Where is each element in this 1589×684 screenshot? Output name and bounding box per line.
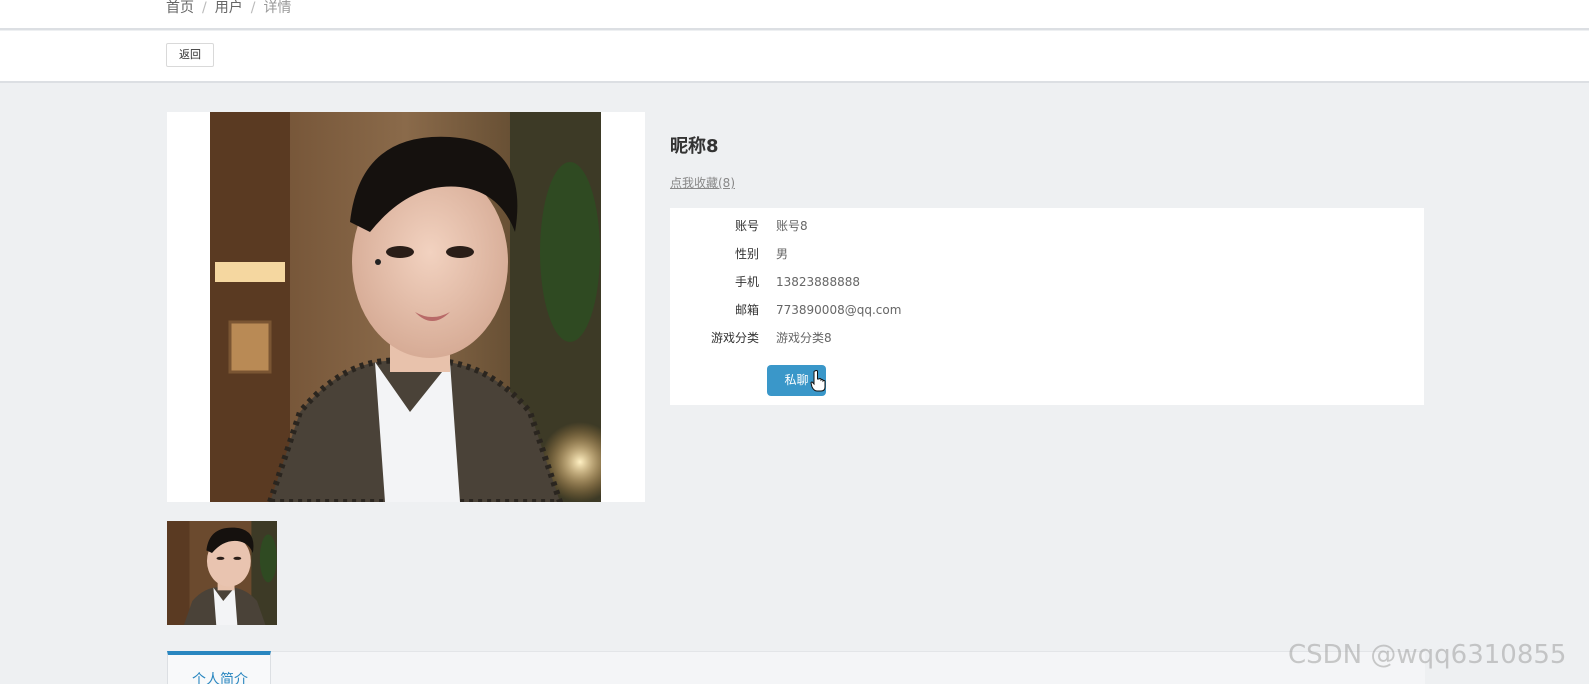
hand-pointer-icon — [810, 370, 826, 392]
info-label: 游戏分类 — [710, 331, 759, 345]
watermark: CSDN @wqq6310855 — [1288, 640, 1567, 670]
favorite-link[interactable]: 点我收藏(8) — [670, 175, 735, 191]
breadcrumb-separator: / — [202, 0, 207, 16]
user-nickname: 昵称8 — [670, 136, 719, 157]
info-label: 性别 — [734, 247, 759, 261]
breadcrumb-bar: 首页 / 用户 / 详情 — [0, 0, 1589, 30]
breadcrumb-separator: / — [250, 0, 256, 16]
user-info-panel: 账号 账号8 性别 男 手机 13823888888 邮箱 773890008@… — [670, 208, 1424, 405]
info-label: 手机 — [734, 275, 759, 289]
photo-thumbnail[interactable] — [167, 521, 277, 625]
info-row-account: 账号 账号8 — [670, 216, 1424, 236]
info-label: 邮箱 — [734, 303, 759, 317]
image-panel — [167, 112, 645, 502]
toolbar: 返回 — [0, 31, 1589, 83]
info-value: 男 — [776, 247, 789, 261]
tab-profile-intro[interactable]: 个人简介 — [167, 651, 271, 684]
breadcrumb-users[interactable]: 用户 — [215, 0, 243, 16]
info-value: 773890008@qq.com — [776, 303, 902, 317]
info-row-email: 邮箱 773890008@qq.com — [670, 300, 1424, 320]
info-value: 13823888888 — [776, 275, 860, 289]
breadcrumb-current: 详情 — [263, 0, 292, 16]
breadcrumb-home[interactable]: 首页 — [166, 0, 194, 16]
info-row-gender: 性别 男 — [670, 244, 1424, 264]
tab-bar — [167, 651, 1425, 684]
back-button[interactable]: 返回 — [166, 43, 214, 67]
tab-label: 个人简介 — [192, 672, 248, 684]
info-row-phone: 手机 13823888888 — [670, 272, 1424, 292]
info-value: 账号8 — [776, 219, 808, 233]
profile-photo — [210, 112, 601, 502]
info-label: 账号 — [734, 219, 759, 233]
info-value: 游戏分类8 — [776, 331, 832, 345]
info-row-game-category: 游戏分类 游戏分类8 — [670, 328, 1424, 348]
breadcrumb: 首页 / 用户 / 详情 — [166, 0, 291, 18]
